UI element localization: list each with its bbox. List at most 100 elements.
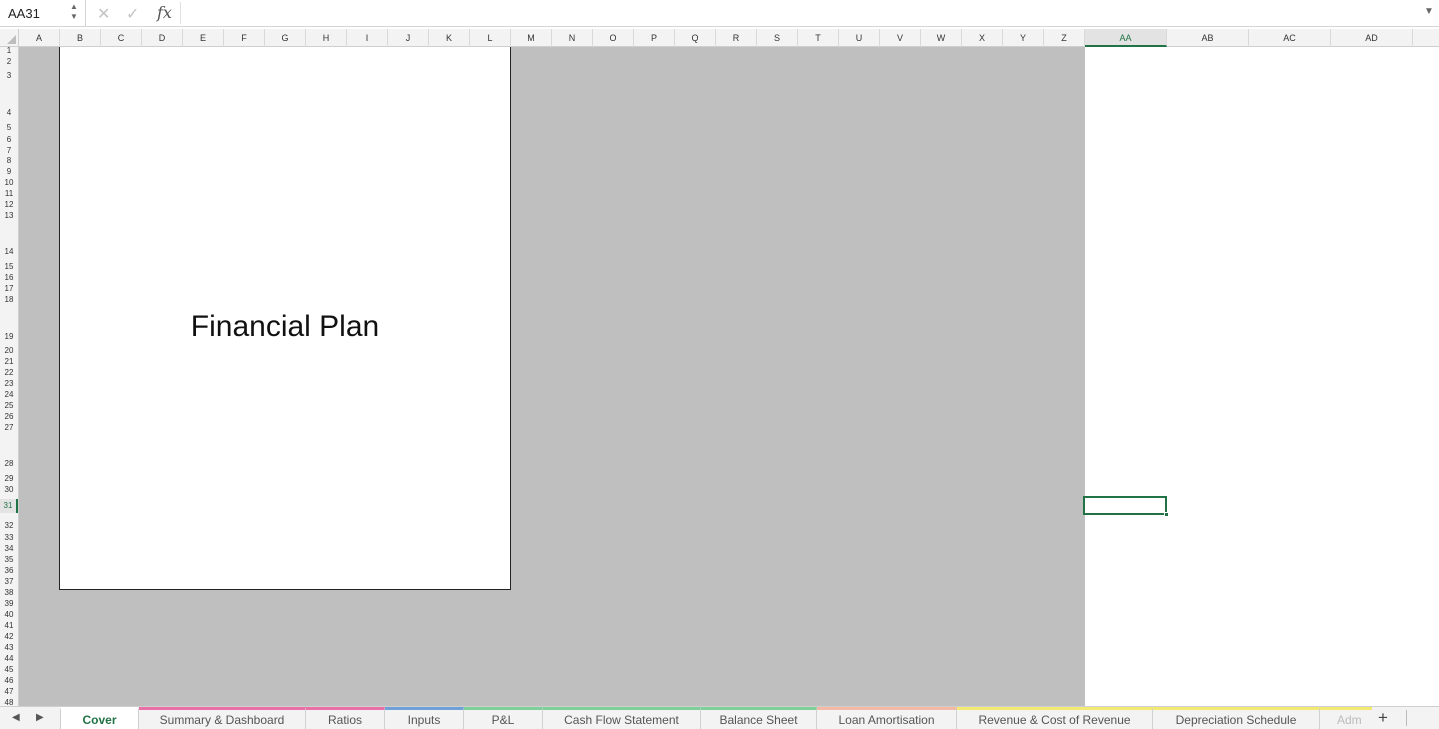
row-header[interactable]: 14 [0, 247, 18, 257]
row-header[interactable]: 20 [0, 346, 18, 356]
row-header[interactable]: 19 [0, 332, 18, 342]
chevron-down-icon[interactable]: ▼ [1424, 6, 1434, 17]
selected-cell[interactable] [1083, 496, 1169, 517]
row-header[interactable]: 30 [0, 485, 18, 495]
row-header[interactable]: 5 [0, 123, 18, 133]
column-header[interactable]: N [552, 29, 593, 47]
column-header[interactable]: D [142, 29, 183, 47]
sheet-tab[interactable]: Inputs [385, 707, 464, 729]
fx-icon[interactable]: fx [157, 3, 172, 22]
sheet-tab[interactable]: Cash Flow Statement [543, 707, 701, 729]
column-header[interactable]: O [593, 29, 634, 47]
column-header[interactable]: J [388, 29, 429, 47]
name-box-spinner-icon[interactable]: ▲ ▼ [70, 2, 78, 22]
column-header[interactable]: T [798, 29, 839, 47]
column-header[interactable]: AB [1167, 29, 1249, 47]
column-header[interactable]: H [306, 29, 347, 47]
sheet-tab[interactable]: P&L [464, 707, 543, 729]
column-header[interactable]: B [60, 29, 101, 47]
column-header[interactable]: C [101, 29, 142, 47]
row-header[interactable]: 38 [0, 588, 18, 598]
row-header[interactable]: 21 [0, 357, 18, 367]
sheet-tab[interactable]: Summary & Dashboard [139, 707, 306, 729]
row-header[interactable]: 15 [0, 262, 18, 272]
row-header[interactable]: 34 [0, 544, 18, 554]
row-header[interactable]: 17 [0, 284, 18, 294]
column-header[interactable]: AD [1331, 29, 1413, 47]
column-header[interactable]: G [265, 29, 306, 47]
sheet-tab[interactable]: Depreciation Schedule [1153, 707, 1320, 729]
row-header[interactable]: 18 [0, 295, 18, 305]
fill-handle[interactable] [1164, 512, 1169, 517]
column-header[interactable]: V [880, 29, 921, 47]
row-header[interactable]: 39 [0, 599, 18, 609]
column-header[interactable]: S [757, 29, 798, 47]
formula-input[interactable] [180, 2, 1416, 24]
sheet-tab[interactable]: Loan Amortisation [817, 707, 957, 729]
row-header[interactable]: 45 [0, 665, 18, 675]
column-header[interactable]: W [921, 29, 962, 47]
row-header[interactable]: 6 [0, 135, 18, 145]
row-header[interactable]: 4 [0, 108, 18, 118]
row-header[interactable]: 23 [0, 379, 18, 389]
row-header[interactable]: 12 [0, 200, 18, 210]
column-header[interactable]: E [183, 29, 224, 47]
prev-sheet-icon[interactable]: ◀ [12, 712, 20, 723]
sheet-tab[interactable]: Ratios [306, 707, 385, 729]
row-header[interactable]: 42 [0, 632, 18, 642]
row-header[interactable]: 1 [0, 47, 18, 56]
add-sheet-icon[interactable]: + [1378, 708, 1388, 728]
row-header[interactable]: 27 [0, 423, 18, 433]
row-header[interactable]: 47 [0, 687, 18, 697]
sheet-tab[interactable]: Revenue & Cost of Revenue [957, 707, 1153, 729]
x-icon[interactable]: ✕ [97, 4, 110, 24]
select-all-corner[interactable] [0, 29, 19, 47]
check-icon[interactable]: ✓ [126, 4, 139, 24]
row-header[interactable]: 3 [0, 71, 18, 81]
row-header[interactable]: 11 [0, 189, 18, 199]
row-header[interactable]: 26 [0, 412, 18, 422]
tab-scroll-divider[interactable] [1406, 710, 1407, 726]
column-header[interactable]: K [429, 29, 470, 47]
column-header[interactable]: P [634, 29, 675, 47]
row-header[interactable]: 31 [0, 499, 18, 513]
column-header[interactable]: Y [1003, 29, 1044, 47]
sheet-tab[interactable]: Cover [60, 707, 139, 729]
row-header[interactable]: 44 [0, 654, 18, 664]
row-header[interactable]: 29 [0, 474, 18, 484]
row-header[interactable]: 8 [0, 156, 18, 166]
row-header[interactable]: 36 [0, 566, 18, 576]
row-header[interactable]: 32 [0, 521, 18, 531]
row-header[interactable]: 43 [0, 643, 18, 653]
column-header[interactable]: U [839, 29, 880, 47]
column-header[interactable]: Z [1044, 29, 1085, 47]
cover-page-box[interactable]: Financial Plan [59, 47, 511, 590]
row-header[interactable]: 35 [0, 555, 18, 565]
row-header[interactable]: 9 [0, 167, 18, 177]
sheet-tab[interactable]: Adm [1320, 707, 1372, 729]
next-sheet-icon[interactable]: ▶ [36, 712, 44, 723]
column-header[interactable]: AA [1085, 29, 1167, 47]
worksheet-cells[interactable] [1085, 47, 1439, 706]
row-header[interactable]: 2 [0, 57, 18, 67]
row-header[interactable]: 7 [0, 146, 18, 156]
row-header[interactable]: 48 [0, 698, 18, 706]
row-header[interactable]: 28 [0, 459, 18, 469]
row-header[interactable]: 25 [0, 401, 18, 411]
column-header[interactable]: Q [675, 29, 716, 47]
column-header[interactable]: L [470, 29, 511, 47]
column-header[interactable]: A [19, 29, 60, 47]
row-header[interactable]: 33 [0, 533, 18, 543]
column-header[interactable]: R [716, 29, 757, 47]
row-header[interactable]: 37 [0, 577, 18, 587]
sheet-tab[interactable]: Balance Sheet [701, 707, 817, 729]
row-header[interactable]: 13 [0, 211, 18, 221]
row-header[interactable]: 40 [0, 610, 18, 620]
row-header[interactable]: 46 [0, 676, 18, 686]
column-header[interactable]: AC [1249, 29, 1331, 47]
row-header[interactable]: 10 [0, 178, 18, 188]
row-header[interactable]: 24 [0, 390, 18, 400]
column-header[interactable]: I [347, 29, 388, 47]
column-header[interactable]: M [511, 29, 552, 47]
row-header[interactable]: 41 [0, 621, 18, 631]
